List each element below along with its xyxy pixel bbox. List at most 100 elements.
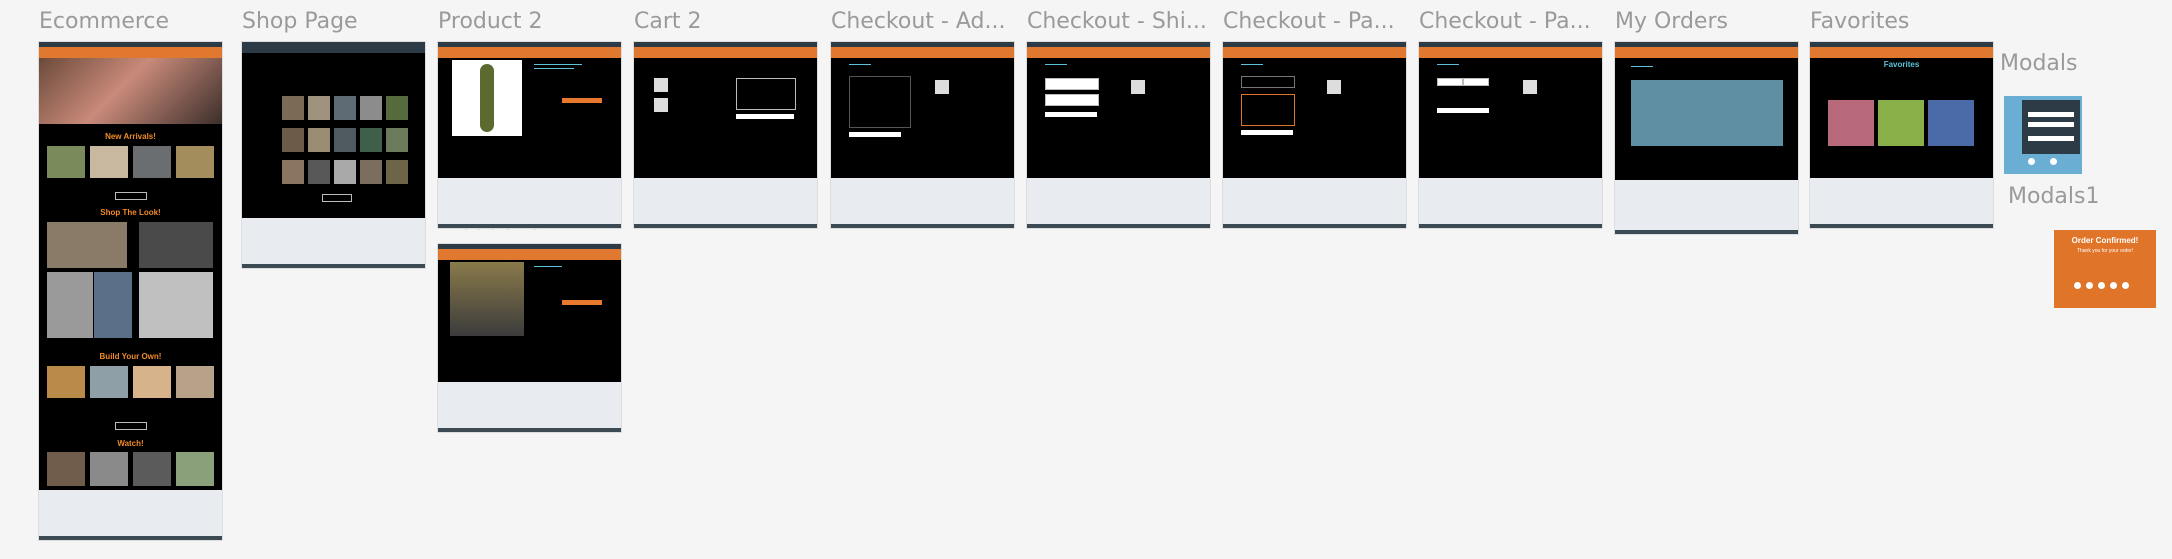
- frame-my-orders[interactable]: [1615, 42, 1798, 234]
- nav-bar[interactable]: [438, 47, 621, 58]
- build-thumb[interactable]: [47, 366, 85, 398]
- look-image[interactable]: [94, 272, 132, 338]
- product-grid-item[interactable]: [360, 128, 382, 152]
- sign-in-card[interactable]: [2022, 100, 2080, 154]
- frame-label-checkout-pa1[interactable]: Checkout - Pa...: [1223, 9, 1403, 34]
- frame-label-checkout-ad[interactable]: Checkout - Ad...: [831, 9, 1011, 34]
- frame-ecommerce[interactable]: New Arrivals! Shop The Look! Build Your …: [39, 42, 222, 540]
- frame-label-modals[interactable]: Modals: [2000, 51, 2120, 76]
- nav-bar[interactable]: [1419, 47, 1602, 58]
- look-image[interactable]: [47, 272, 93, 338]
- tiktok-icon[interactable]: [2086, 282, 2093, 289]
- video-thumb[interactable]: [176, 452, 214, 486]
- frame-label-modals1[interactable]: Modals1: [2008, 184, 2138, 209]
- product-grid-item[interactable]: [308, 96, 330, 120]
- frame-checkout-payment-2[interactable]: [1419, 42, 1602, 228]
- nav-bar[interactable]: [1027, 47, 1210, 58]
- product-grid-item[interactable]: [386, 96, 408, 120]
- pay-button[interactable]: [1437, 108, 1489, 113]
- video-thumb[interactable]: [133, 452, 171, 486]
- add-to-cart-button[interactable]: [562, 300, 602, 305]
- shipping-option[interactable]: [1045, 78, 1099, 90]
- frame-label-checkout-shi[interactable]: Checkout - Shi...: [1027, 9, 1207, 34]
- youtube-icon[interactable]: [2110, 282, 2117, 289]
- frame-label-product2[interactable]: Product 2: [438, 9, 588, 34]
- checkout-button[interactable]: [736, 114, 794, 119]
- product-grid-item[interactable]: [334, 96, 356, 120]
- payment-option[interactable]: [1463, 78, 1489, 86]
- frame-product2[interactable]: [438, 42, 621, 228]
- product-grid-item[interactable]: [386, 160, 408, 184]
- modal-order-confirmed[interactable]: Order Confirmed! Thank you for your orde…: [2054, 230, 2156, 308]
- look-image[interactable]: [139, 272, 213, 338]
- product-grid-item[interactable]: [360, 160, 382, 184]
- product-grid-item[interactable]: [386, 128, 408, 152]
- nav-bar[interactable]: [39, 47, 222, 58]
- nav-bar[interactable]: [831, 47, 1014, 58]
- address-form[interactable]: [849, 76, 911, 128]
- nav-bar[interactable]: [438, 249, 621, 260]
- load-more-button[interactable]: [322, 194, 352, 202]
- favorite-item[interactable]: [1928, 100, 1974, 146]
- product-grid-item[interactable]: [282, 96, 304, 120]
- frame-label-cart2[interactable]: Cart 2: [634, 9, 784, 34]
- frame-label-checkout-pa2[interactable]: Checkout - Pa...: [1419, 9, 1599, 34]
- product-grid-item[interactable]: [334, 160, 356, 184]
- card-form[interactable]: [1241, 94, 1295, 126]
- product-thumb[interactable]: [176, 146, 214, 178]
- build-button[interactable]: [115, 422, 147, 430]
- frame-label-favorites[interactable]: Favorites: [1810, 9, 1960, 34]
- nav-bar[interactable]: [242, 47, 425, 53]
- x-icon[interactable]: [2122, 282, 2129, 289]
- payment-option[interactable]: [1437, 78, 1463, 86]
- build-thumb[interactable]: [90, 366, 128, 398]
- frame-label-shop[interactable]: Shop Page: [242, 9, 392, 34]
- shipping-option[interactable]: [1045, 94, 1099, 106]
- frame-favorites[interactable]: Favorites: [1810, 42, 1993, 228]
- modal-sign-in[interactable]: [2004, 96, 2082, 174]
- frame-label-myorders[interactable]: My Orders: [1615, 9, 1765, 34]
- frame-checkout-address[interactable]: [831, 42, 1014, 228]
- apple-icon[interactable]: [2050, 158, 2057, 165]
- nav-bar[interactable]: [1223, 47, 1406, 58]
- email-field[interactable]: [2028, 112, 2074, 117]
- video-thumb[interactable]: [47, 452, 85, 486]
- product-grid-item[interactable]: [308, 160, 330, 184]
- product-thumb[interactable]: [47, 146, 85, 178]
- orders-table[interactable]: [1631, 80, 1783, 146]
- password-field[interactable]: [2028, 122, 2074, 127]
- google-icon[interactable]: [2028, 158, 2035, 165]
- continue-button[interactable]: [1045, 112, 1097, 117]
- pay-button[interactable]: [1241, 130, 1293, 135]
- frame-label-ecommerce[interactable]: Ecommerce: [39, 9, 189, 34]
- frame-shop[interactable]: [242, 42, 425, 268]
- product-grid-item[interactable]: [308, 128, 330, 152]
- product-grid-item[interactable]: [360, 96, 382, 120]
- build-thumb[interactable]: [176, 366, 214, 398]
- continue-button[interactable]: [849, 132, 901, 137]
- frame-product3[interactable]: [438, 244, 621, 432]
- product-grid-item[interactable]: [282, 160, 304, 184]
- look-image[interactable]: [139, 222, 213, 268]
- nav-bar[interactable]: [634, 47, 817, 58]
- instagram-icon[interactable]: [2074, 282, 2081, 289]
- product-grid-item[interactable]: [334, 128, 356, 152]
- sign-in-button[interactable]: [2028, 136, 2074, 141]
- favorite-item[interactable]: [1828, 100, 1874, 146]
- favorite-item[interactable]: [1878, 100, 1924, 146]
- product-thumb[interactable]: [90, 146, 128, 178]
- view-more-button[interactable]: [115, 192, 147, 200]
- look-image[interactable]: [47, 222, 127, 268]
- nav-bar[interactable]: [1615, 47, 1798, 58]
- payment-option[interactable]: [1241, 76, 1295, 88]
- frame-checkout-payment-1[interactable]: [1223, 42, 1406, 228]
- product-grid-item[interactable]: [282, 128, 304, 152]
- nav-bar[interactable]: [1810, 47, 1993, 58]
- frame-cart2[interactable]: [634, 42, 817, 228]
- facebook-icon[interactable]: [2098, 282, 2105, 289]
- frame-checkout-shipping[interactable]: [1027, 42, 1210, 228]
- product-thumb[interactable]: [133, 146, 171, 178]
- video-thumb[interactable]: [90, 452, 128, 486]
- build-thumb[interactable]: [133, 366, 171, 398]
- add-to-cart-button[interactable]: [562, 98, 602, 103]
